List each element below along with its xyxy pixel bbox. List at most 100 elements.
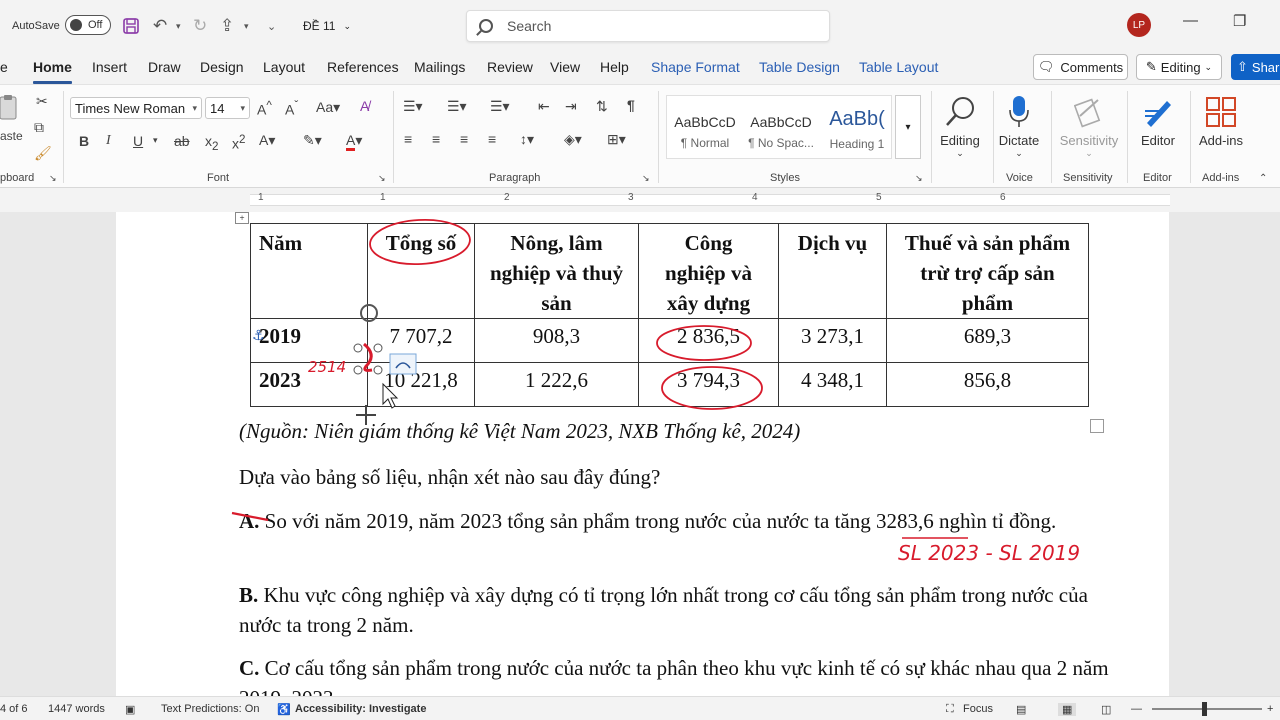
- dialog-launcher-icon[interactable]: ↘: [915, 173, 923, 184]
- tab-insert[interactable]: Insert: [92, 59, 127, 75]
- focus-button[interactable]: Focus: [963, 703, 993, 715]
- document-page[interactable]: Năm Tổng số Nông, lâm nghiệp và thuỷ sản…: [116, 212, 1169, 696]
- text-predictions[interactable]: Text Predictions: On: [161, 703, 259, 715]
- tab-references[interactable]: References: [327, 59, 399, 75]
- table-move-handle[interactable]: +: [235, 212, 249, 224]
- tab-review[interactable]: Review: [487, 59, 533, 75]
- text-effects-icon[interactable]: A▾: [259, 132, 275, 149]
- align-left-icon[interactable]: ≡: [404, 131, 412, 147]
- clear-formatting-icon[interactable]: A̸: [360, 98, 369, 114]
- bullets-icon[interactable]: ☰▾: [403, 98, 423, 115]
- undo-dropdown-icon[interactable]: ▾: [176, 0, 181, 52]
- share-button[interactable]: ⇧ Shar: [1231, 54, 1280, 80]
- numbering-icon[interactable]: ☰▾: [447, 98, 467, 115]
- grow-font-icon[interactable]: A^: [257, 99, 272, 118]
- gdp-table[interactable]: Năm Tổng số Nông, lâm nghiệp và thuỷ sản…: [250, 223, 1089, 407]
- tab-view[interactable]: View: [550, 59, 580, 75]
- style-normal[interactable]: AaBbCcD ¶ Normal: [669, 102, 741, 156]
- editing-button[interactable]: Editing ⌄: [928, 91, 992, 159]
- editor-button[interactable]: Editor: [1126, 91, 1190, 148]
- line-spacing-icon[interactable]: ↕▾: [520, 131, 534, 148]
- strikethrough-icon[interactable]: ab: [174, 133, 190, 149]
- tab-file[interactable]: e: [0, 59, 8, 75]
- font-color-icon[interactable]: A▾: [346, 132, 362, 151]
- align-center-icon[interactable]: ≡: [432, 131, 440, 147]
- tab-table-layout[interactable]: Table Layout: [859, 59, 938, 75]
- document-title[interactable]: ĐỀ 11 ⌄: [303, 0, 351, 52]
- tab-table-design[interactable]: Table Design: [759, 59, 840, 75]
- style-no-spacing[interactable]: AaBbCcD ¶ No Spac...: [745, 102, 817, 156]
- read-mode-icon[interactable]: ▤: [1016, 703, 1026, 716]
- justify-icon[interactable]: ≡: [488, 131, 496, 147]
- change-case-icon[interactable]: Aa▾: [316, 99, 340, 116]
- dialog-launcher-icon[interactable]: ↘: [49, 173, 57, 184]
- table-resize-handle[interactable]: [1090, 419, 1104, 433]
- multilevel-list-icon[interactable]: ☰▾: [490, 98, 510, 115]
- dictate-button[interactable]: Dictate ⌄: [987, 91, 1051, 159]
- collapse-ribbon-icon[interactable]: ⌃: [1259, 173, 1267, 184]
- minimize-icon[interactable]: —: [1183, 12, 1198, 29]
- word-count[interactable]: 1447 words: [48, 703, 105, 715]
- zoom-in-icon[interactable]: +: [1267, 703, 1273, 715]
- accessibility-status[interactable]: Accessibility: Investigate: [295, 703, 426, 715]
- tab-mailings[interactable]: Mailings: [414, 59, 465, 75]
- tab-design[interactable]: Design: [200, 59, 244, 75]
- search-box[interactable]: Search: [466, 10, 830, 42]
- document-canvas[interactable]: Năm Tổng số Nông, lâm nghiệp và thuỷ sản…: [0, 212, 1280, 696]
- bold-icon[interactable]: B: [79, 133, 89, 149]
- table-cell: 2023: [250, 362, 368, 407]
- zoom-out-icon[interactable]: —: [1131, 703, 1142, 715]
- avatar[interactable]: LP: [1127, 13, 1151, 37]
- tab-draw[interactable]: Draw: [148, 59, 181, 75]
- subscript-icon[interactable]: x2: [205, 133, 218, 153]
- horizontal-ruler[interactable]: 1 1 2 3 4 5 6: [0, 188, 1280, 212]
- paste-label[interactable]: aste: [0, 129, 23, 143]
- superscript-icon[interactable]: x2: [232, 133, 245, 152]
- font-size-select[interactable]: 14 ▾: [205, 97, 250, 119]
- styles-more-button[interactable]: ▾: [895, 95, 921, 159]
- chevron-down-icon[interactable]: ▾: [153, 135, 158, 146]
- share-dropdown-icon[interactable]: ▾: [244, 0, 249, 52]
- dialog-launcher-icon[interactable]: ↘: [642, 173, 650, 184]
- zoom-slider[interactable]: [1152, 708, 1262, 710]
- increase-indent-icon[interactable]: ⇥: [565, 98, 577, 115]
- paste-icon[interactable]: [0, 93, 20, 124]
- cut-icon[interactable]: ✂: [36, 93, 48, 110]
- comments-button[interactable]: 🗨 Comments: [1033, 54, 1128, 80]
- group-voice-label: Voice: [1006, 172, 1033, 184]
- share-arrow-icon[interactable]: ⇪: [220, 0, 234, 52]
- font-name-select[interactable]: Times New Roman ▾: [70, 97, 202, 119]
- editing-mode-button[interactable]: ✎ Editing ⌄: [1136, 54, 1222, 80]
- italic-icon[interactable]: I: [106, 133, 111, 149]
- shrink-font-icon[interactable]: Aˇ: [285, 99, 298, 118]
- autosave-toggle[interactable]: Off: [65, 15, 111, 35]
- customize-toolbar-icon[interactable]: ⌄: [267, 0, 276, 52]
- undo-icon[interactable]: ↶: [153, 0, 167, 52]
- tab-shape-format[interactable]: Shape Format: [651, 59, 740, 75]
- show-formatting-icon[interactable]: ¶: [627, 97, 635, 113]
- sensitivity-button[interactable]: Sensitivity ⌄: [1057, 91, 1121, 159]
- addins-button[interactable]: Add-ins: [1189, 91, 1253, 148]
- print-layout-icon[interactable]: ▦: [1058, 703, 1077, 716]
- redo-icon[interactable]: ↻: [193, 0, 207, 52]
- decrease-indent-icon[interactable]: ⇤: [538, 98, 550, 115]
- borders-icon[interactable]: ⊞▾: [607, 131, 626, 148]
- tab-help[interactable]: Help: [600, 59, 629, 75]
- zoom-slider-thumb[interactable]: [1202, 702, 1207, 716]
- save-icon[interactable]: [122, 0, 140, 52]
- page-count[interactable]: 4 of 6: [0, 703, 28, 715]
- shading-icon[interactable]: ◈▾: [564, 131, 582, 148]
- restore-icon[interactable]: ❐: [1233, 12, 1246, 30]
- dialog-launcher-icon[interactable]: ↘: [378, 173, 386, 184]
- underline-icon[interactable]: U: [133, 133, 143, 149]
- proofing-icon[interactable]: ▣: [125, 703, 135, 716]
- tab-layout[interactable]: Layout: [263, 59, 305, 75]
- tab-home[interactable]: Home: [33, 59, 72, 84]
- style-heading-1[interactable]: AaBb( Heading 1: [821, 102, 893, 156]
- web-layout-icon[interactable]: ◫: [1101, 703, 1111, 716]
- copy-icon[interactable]: ⧉: [34, 119, 44, 136]
- highlighter-icon[interactable]: ✎▾: [303, 132, 322, 149]
- format-painter-icon[interactable]: 🖌: [34, 145, 52, 162]
- sort-icon[interactable]: ⇅: [596, 98, 608, 115]
- align-right-icon[interactable]: ≡: [460, 131, 468, 147]
